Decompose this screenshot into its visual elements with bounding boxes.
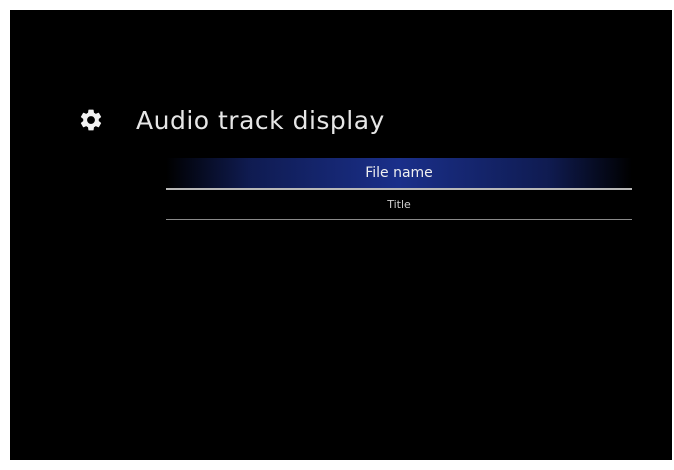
option-label: Title: [387, 198, 411, 211]
page-title: Audio track display: [136, 105, 385, 135]
option-label: File name: [365, 165, 433, 181]
settings-screen: Audio track display File name Title: [10, 10, 672, 460]
option-file-name[interactable]: File name: [166, 158, 632, 190]
option-title[interactable]: Title: [166, 190, 632, 220]
option-list: File name Title: [166, 158, 632, 220]
gear-icon: [80, 109, 102, 131]
page-header: Audio track display: [78, 100, 385, 140]
